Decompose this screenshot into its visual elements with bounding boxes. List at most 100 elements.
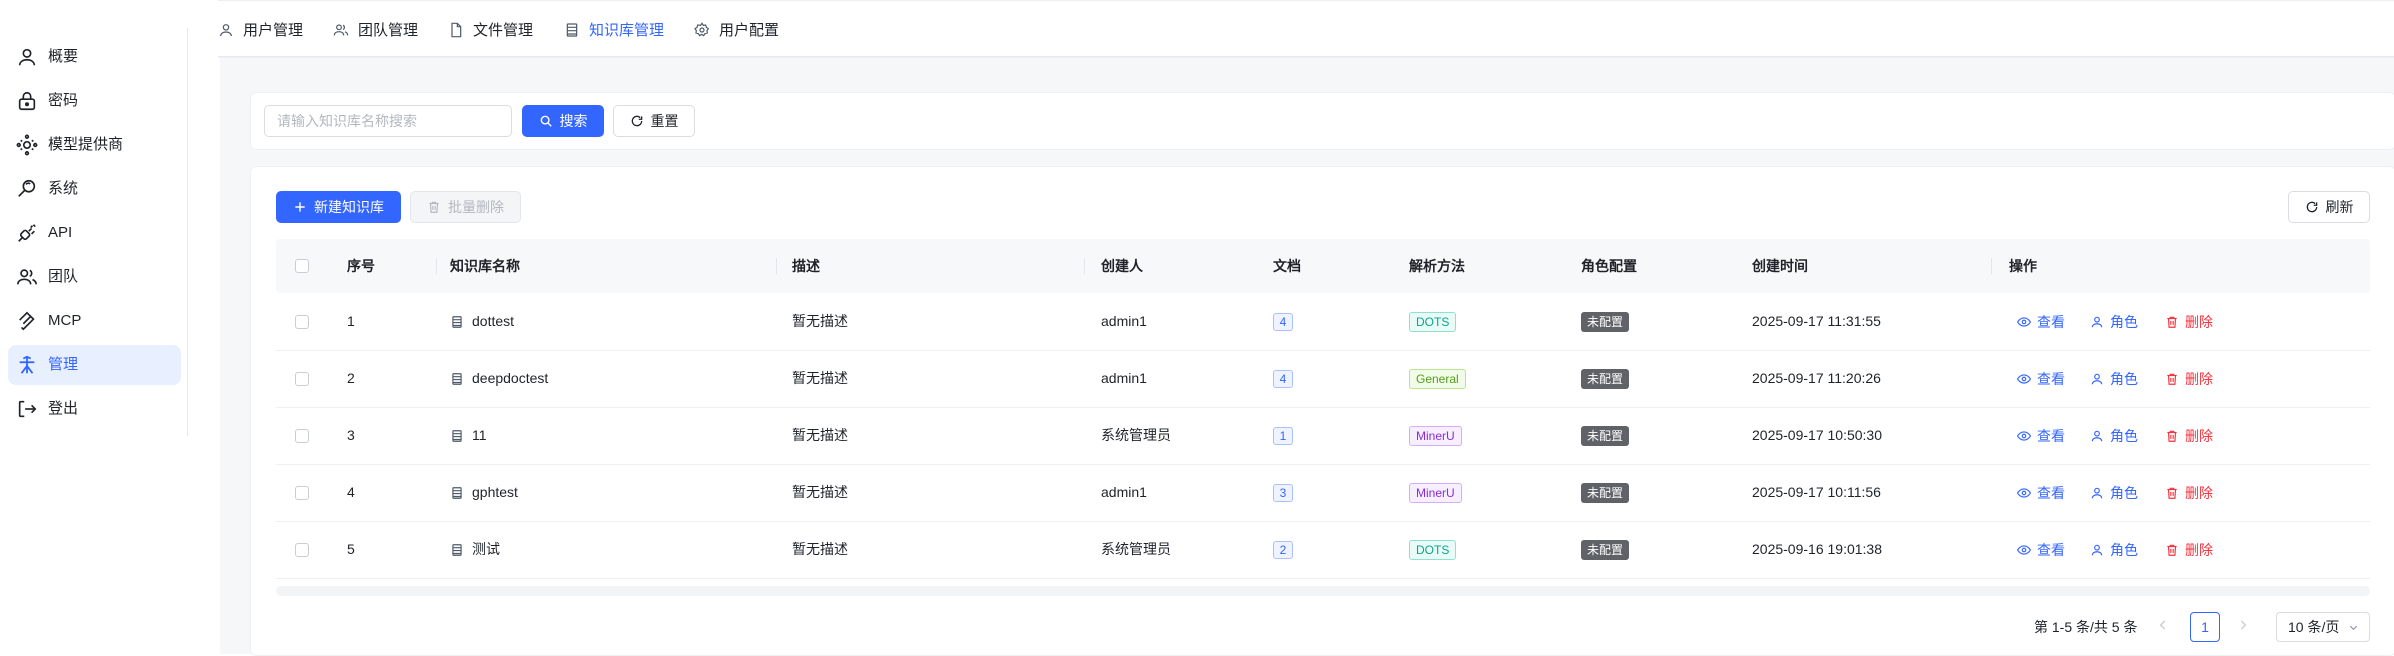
- row-created-time: 2025-09-17 11:31:55: [1752, 313, 1881, 329]
- role-config-tag: 未配置: [1581, 312, 1630, 332]
- doc-count-badge: 1: [1273, 427, 1293, 445]
- header-docs: 文档: [1273, 258, 1301, 274]
- view-button[interactable]: 查看: [2017, 350, 2065, 407]
- user-icon: [2091, 373, 2103, 384]
- row-name-cell: gphtest: [450, 464, 518, 521]
- search-button[interactable]: 搜索: [522, 105, 604, 137]
- role-button[interactable]: 角色: [2090, 464, 2138, 521]
- header-name: 知识库名称: [450, 258, 520, 274]
- table-row: 1 dottest 暂无描述 admin1 4 DOTS 未配置 2025-09…: [276, 293, 2370, 351]
- chevron-left-icon[interactable]: [2156, 618, 2170, 632]
- tab-team-management[interactable]: 团队管理: [333, 1, 418, 58]
- search-input[interactable]: [264, 105, 512, 137]
- table-horizontal-scrollbar[interactable]: [276, 586, 2370, 596]
- pagination-page-current[interactable]: 1: [2190, 612, 2220, 642]
- delete-button[interactable]: 删除: [2165, 293, 2213, 350]
- delete-button[interactable]: 删除: [2165, 350, 2213, 407]
- table-row: 2 deepdoctest 暂无描述 admin1 4 General 未配置 …: [276, 350, 2370, 408]
- sidebar-item-logout[interactable]: 登出: [8, 389, 181, 429]
- row-checkbox[interactable]: [295, 543, 309, 557]
- row-creator: admin1: [1101, 370, 1147, 386]
- sidebar-item-admin[interactable]: 管理: [8, 345, 181, 385]
- column-separator: [1991, 258, 1992, 274]
- view-button[interactable]: 查看: [2017, 293, 2065, 350]
- parse-method-tag: General: [1409, 369, 1466, 389]
- header-role-config: 角色配置: [1581, 258, 1637, 274]
- header-index: 序号: [347, 258, 375, 274]
- tab-file-management[interactable]: 文件管理: [448, 1, 533, 58]
- search-button-label: 搜索: [559, 113, 588, 129]
- trash-icon: [2167, 373, 2177, 385]
- eye-icon: [2017, 430, 2031, 441]
- view-button[interactable]: 查看: [2017, 407, 2065, 464]
- view-button[interactable]: 查看: [2017, 464, 2065, 521]
- page-size-select[interactable]: 10 条/页: [2276, 612, 2370, 642]
- role-config-tag: 未配置: [1581, 426, 1630, 446]
- sidebar-item-label: MCP: [48, 312, 82, 329]
- row-name: deepdoctest: [472, 370, 549, 386]
- database-icon: [452, 429, 462, 442]
- tab-label: 用户管理: [243, 22, 304, 39]
- system-search-icon: [18, 179, 36, 197]
- row-name: gphtest: [472, 484, 518, 500]
- doc-count-badge: 3: [1273, 484, 1293, 502]
- header-actions: 操作: [2009, 258, 2037, 274]
- column-separator: [1084, 258, 1085, 274]
- sidebar-item-model-provider[interactable]: 模型提供商: [8, 125, 181, 165]
- sidebar-item-system[interactable]: 系统: [8, 169, 181, 209]
- eye-icon: [2017, 544, 2031, 555]
- row-checkbox[interactable]: [295, 486, 309, 500]
- role-label: 角色: [2110, 313, 2138, 330]
- refresh-icon: [2306, 201, 2317, 213]
- new-knowledge-base-button[interactable]: 新建知识库: [276, 191, 401, 223]
- row-created-time: 2025-09-16 19:01:38: [1752, 541, 1882, 557]
- delete-label: 删除: [2185, 370, 2213, 387]
- view-button[interactable]: 查看: [2017, 521, 2065, 578]
- sidebar-item-overview[interactable]: 概要: [8, 37, 181, 77]
- tab-user-management[interactable]: 用户管理: [218, 1, 303, 58]
- user-icon: [2091, 430, 2103, 441]
- row-checkbox[interactable]: [295, 315, 309, 329]
- row-checkbox[interactable]: [295, 372, 309, 386]
- row-name-cell: deepdoctest: [450, 350, 548, 407]
- parse-method-tag: MinerU: [1409, 426, 1462, 446]
- delete-button[interactable]: 删除: [2165, 521, 2213, 578]
- pagination-total: 第 1-5 条/共 5 条: [2034, 619, 2138, 635]
- reset-icon: [631, 115, 642, 127]
- team-icon: [17, 269, 37, 285]
- row-description: 暂无描述: [792, 427, 848, 443]
- tab-user-config[interactable]: 用户配置: [694, 1, 779, 58]
- delete-label: 删除: [2185, 484, 2213, 501]
- sidebar-item-password[interactable]: 密码: [8, 81, 181, 121]
- role-config-tag: 未配置: [1581, 483, 1630, 503]
- delete-label: 删除: [2185, 427, 2213, 444]
- role-button[interactable]: 角色: [2090, 293, 2138, 350]
- tab-knowledge-base-management[interactable]: 知识库管理: [564, 1, 665, 58]
- row-index: 5: [347, 541, 355, 557]
- tab-label: 团队管理: [358, 22, 419, 39]
- header-created-time: 创建时间: [1752, 258, 1808, 274]
- sidebar-item-api[interactable]: API: [8, 213, 181, 253]
- chevron-right-icon[interactable]: [2236, 618, 2250, 632]
- reset-button[interactable]: 重置: [613, 105, 695, 137]
- role-button[interactable]: 角色: [2090, 350, 2138, 407]
- header-description: 描述: [792, 258, 820, 274]
- logout-icon: [18, 400, 37, 418]
- refresh-button[interactable]: 刷新: [2288, 191, 2370, 223]
- sidebar-item-mcp[interactable]: MCP: [8, 301, 181, 341]
- search-icon: [540, 115, 552, 127]
- select-all-checkbox[interactable]: [295, 259, 309, 273]
- role-button[interactable]: 角色: [2090, 521, 2138, 578]
- role-button[interactable]: 角色: [2090, 407, 2138, 464]
- role-config-tag: 未配置: [1581, 369, 1630, 389]
- header-parse-method: 解析方法: [1409, 258, 1465, 274]
- row-name-cell: dottest: [450, 293, 514, 350]
- row-checkbox[interactable]: [295, 429, 309, 443]
- sidebar-item-team[interactable]: 团队: [8, 257, 181, 297]
- row-created-time: 2025-09-17 10:11:56: [1752, 484, 1881, 500]
- sidebar-item-label: 密码: [48, 92, 79, 109]
- delete-button[interactable]: 删除: [2165, 464, 2213, 521]
- batch-delete-button[interactable]: 批量删除: [410, 191, 521, 223]
- delete-button[interactable]: 删除: [2165, 407, 2213, 464]
- view-label: 查看: [2037, 427, 2065, 444]
